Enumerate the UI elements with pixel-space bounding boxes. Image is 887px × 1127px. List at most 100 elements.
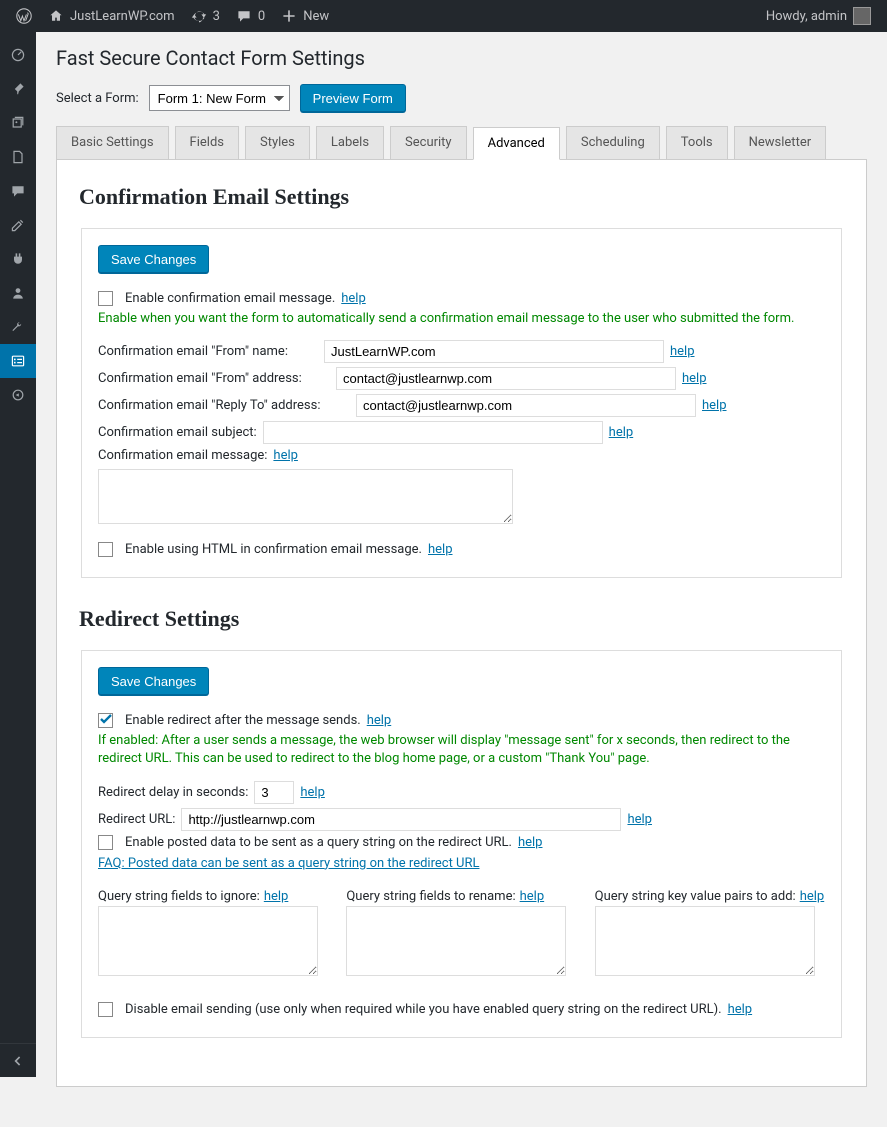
help-link[interactable]: help (609, 425, 634, 440)
menu-tools[interactable] (0, 310, 36, 344)
plus-icon (281, 8, 297, 24)
account-link[interactable]: Howdy, admin (758, 0, 879, 32)
help-link[interactable]: help (367, 713, 392, 728)
enable-html-checkbox[interactable] (98, 542, 113, 557)
from-address-label: Confirmation email "From" address: (98, 371, 330, 386)
qs-ignore-label: Query string fields to ignore: (98, 889, 260, 904)
collapse-menu[interactable] (0, 1043, 36, 1077)
tab-scheduling[interactable]: Scheduling (566, 126, 660, 159)
settings-icon (10, 387, 26, 403)
subject-label: Confirmation email subject: (98, 425, 257, 440)
help-link[interactable]: help (341, 291, 366, 306)
menu-appearance[interactable] (0, 208, 36, 242)
enable-redirect-checkbox[interactable] (98, 713, 113, 728)
page-icon (10, 149, 26, 165)
form-selector[interactable]: Form 1: New Form (149, 85, 290, 111)
redirect-url-label: Redirect URL: (98, 812, 175, 827)
help-link[interactable]: help (520, 889, 545, 904)
enable-query-string-checkbox[interactable] (98, 835, 113, 850)
help-link[interactable]: help (800, 889, 825, 904)
tab-panel-advanced: Confirmation Email Settings Save Changes… (56, 159, 867, 1087)
tab-labels[interactable]: Labels (316, 126, 384, 159)
qs-rename-textarea[interactable] (346, 906, 566, 976)
tab-fields[interactable]: Fields (175, 126, 239, 159)
settings-tabs: Basic Settings Fields Styles Labels Secu… (56, 126, 867, 159)
select-form-label: Select a Form: (56, 91, 139, 106)
form-icon (10, 353, 26, 369)
query-string-columns: Query string fields to ignore: help Quer… (98, 889, 825, 980)
from-name-label: Confirmation email "From" name: (98, 344, 318, 359)
qs-ignore-textarea[interactable] (98, 906, 318, 976)
from-name-input[interactable] (324, 340, 664, 363)
tab-styles[interactable]: Styles (245, 126, 310, 159)
confirmation-description: Enable when you want the form to automat… (98, 310, 825, 328)
menu-dashboard[interactable] (0, 38, 36, 72)
disable-email-checkbox[interactable] (98, 1002, 113, 1017)
confirmation-message-textarea[interactable] (98, 469, 513, 524)
save-changes-button[interactable]: Save Changes (98, 245, 209, 273)
preview-form-button[interactable]: Preview Form (300, 84, 406, 112)
menu-settings[interactable] (0, 378, 36, 412)
help-link[interactable]: help (702, 398, 727, 413)
pin-icon (10, 81, 26, 97)
site-name-link[interactable]: JustLearnWP.com (40, 0, 183, 32)
redirect-section: Save Changes Enable redirect after the m… (81, 650, 842, 1037)
subject-input[interactable] (263, 421, 603, 444)
appearance-icon (10, 217, 26, 233)
wordpress-icon (16, 8, 32, 24)
menu-media[interactable] (0, 106, 36, 140)
menu-fscf[interactable] (0, 344, 36, 378)
dashboard-icon (10, 47, 26, 63)
help-link[interactable]: help (518, 835, 543, 850)
help-link[interactable]: help (682, 371, 707, 386)
media-icon (10, 115, 26, 131)
tab-basic[interactable]: Basic Settings (56, 126, 169, 159)
menu-users[interactable] (0, 276, 36, 310)
comments-link[interactable]: 0 (228, 0, 273, 32)
confirmation-heading: Confirmation Email Settings (79, 184, 844, 210)
help-link[interactable]: help (728, 1002, 753, 1017)
redirect-delay-input[interactable] (254, 781, 294, 804)
help-link[interactable]: help (264, 889, 289, 904)
menu-posts[interactable] (0, 72, 36, 106)
updates-link[interactable]: 3 (183, 0, 228, 32)
help-link[interactable]: help (273, 448, 298, 463)
tab-advanced[interactable]: Advanced (473, 127, 560, 160)
new-content-link[interactable]: New (273, 0, 337, 32)
home-icon (48, 8, 64, 24)
wp-logo[interactable] (8, 0, 40, 32)
howdy-text: Howdy, admin (766, 9, 847, 24)
faq-link[interactable]: FAQ: Posted data can be sent as a query … (98, 856, 480, 871)
enable-html-label: Enable using HTML in confirmation email … (125, 542, 422, 557)
admin-toolbar: JustLearnWP.com 3 0 New Howdy, admin (0, 0, 887, 32)
help-link[interactable]: help (627, 812, 652, 827)
tab-security[interactable]: Security (390, 126, 467, 159)
message-label: Confirmation email message: (98, 448, 267, 463)
main-content: Fast Secure Contact Form Settings Select… (36, 32, 887, 1127)
from-address-input[interactable] (336, 367, 676, 390)
admin-side-menu (0, 32, 36, 1077)
reply-to-input[interactable] (356, 394, 696, 417)
enable-redirect-label: Enable redirect after the message sends. (125, 713, 361, 728)
confirmation-section: Save Changes Enable confirmation email m… (81, 228, 842, 578)
update-icon (191, 8, 207, 24)
help-link[interactable]: help (670, 344, 695, 359)
menu-pages[interactable] (0, 140, 36, 174)
redirect-heading: Redirect Settings (79, 606, 844, 632)
plugin-icon (10, 251, 26, 267)
help-link[interactable]: help (428, 542, 453, 557)
help-link[interactable]: help (300, 785, 325, 800)
tab-tools[interactable]: Tools (666, 126, 728, 159)
qs-add-textarea[interactable] (595, 906, 815, 976)
enable-confirmation-checkbox[interactable] (98, 291, 113, 306)
menu-plugins[interactable] (0, 242, 36, 276)
save-changes-button[interactable]: Save Changes (98, 667, 209, 695)
check-icon (98, 711, 114, 727)
tab-newsletter[interactable]: Newsletter (734, 126, 827, 159)
menu-comments[interactable] (0, 174, 36, 208)
enable-query-string-label: Enable posted data to be sent as a query… (125, 835, 512, 850)
redirect-url-input[interactable] (181, 808, 621, 831)
redirect-description: If enabled: After a user sends a message… (98, 732, 825, 768)
page-title: Fast Secure Contact Form Settings (56, 46, 867, 70)
reply-to-label: Confirmation email "Reply To" address: (98, 398, 350, 413)
